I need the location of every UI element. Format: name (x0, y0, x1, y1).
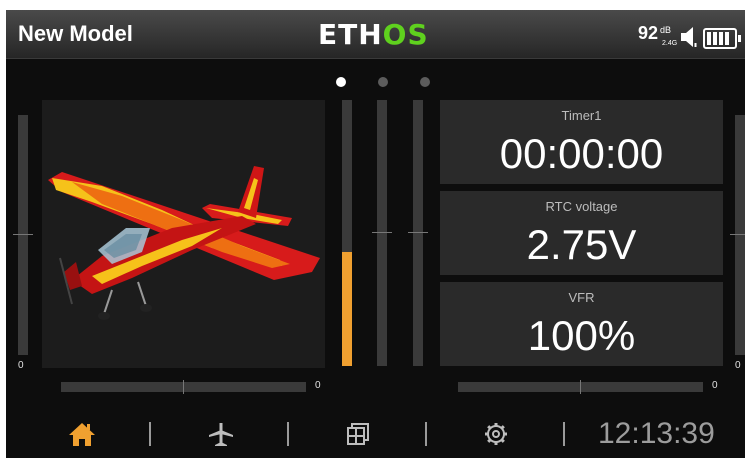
slider-3-center (408, 232, 428, 233)
widget-rtc-voltage-value: 2.75V (526, 221, 637, 268)
right-vertical-trim-center (730, 234, 745, 235)
right-vertical-trim (735, 115, 745, 355)
widget-timer1[interactable]: Timer1 00:00:00 (440, 100, 723, 184)
speaker-icon (681, 27, 697, 47)
bottom-bar: 12:13:39 (6, 410, 745, 458)
clock: 12:13:39 (598, 417, 715, 450)
rssi-band: 2.4G (662, 40, 678, 47)
home-icon[interactable] (68, 420, 96, 448)
model-name[interactable]: New Model (18, 21, 133, 47)
left-vertical-trim-value: 0 (18, 360, 24, 371)
left-vertical-trim (18, 115, 28, 355)
widget-vfr[interactable]: VFR 100% (440, 282, 723, 366)
footer-separator (563, 422, 565, 446)
slider-3 (413, 100, 423, 366)
left-vertical-trim-center (13, 234, 33, 235)
airplane-image (48, 166, 320, 320)
airplane-icon[interactable] (207, 420, 235, 448)
left-horizontal-trim-value: 0 (315, 380, 321, 391)
page-dot-2[interactable] (378, 77, 388, 87)
top-bar: New Model ETHOS 92 dB 2.4G (6, 10, 745, 59)
battery-icon (703, 28, 741, 49)
widget-timer1-value: 00:00:00 (499, 130, 664, 177)
rssi-value: 92 (638, 23, 659, 43)
right-vertical-trim-value: 0 (735, 360, 741, 371)
widget-rtc-voltage-title: RTC voltage (545, 199, 618, 214)
widget-timer1-title: Timer1 (561, 108, 602, 123)
footer-separator (287, 422, 289, 446)
slider-2 (377, 100, 387, 366)
ethos-logo: ETHOS (318, 18, 429, 51)
widget-rtc-voltage[interactable]: RTC voltage 2.75V (440, 191, 723, 275)
widget-vfr-title: VFR (568, 290, 595, 305)
right-horizontal-trim-value: 0 (712, 380, 718, 391)
footer-separator (149, 422, 151, 446)
page-dot-1[interactable] (336, 77, 346, 87)
slider-2-center (372, 232, 392, 233)
throttle-slider-fill (342, 252, 352, 366)
right-horizontal-trim-center (580, 380, 581, 394)
rssi-unit: dB (660, 25, 672, 35)
left-horizontal-trim-center (183, 380, 184, 394)
footer-separator (425, 422, 427, 446)
page-dot-3[interactable] (420, 77, 430, 87)
radio-screen: New Model ETHOS 92 dB 2.4G 0 0 Timer1 00… (6, 10, 745, 458)
settings-icon[interactable] (482, 420, 510, 448)
model-image[interactable] (42, 100, 325, 368)
widget-vfr-value: 100% (527, 312, 636, 359)
displays-icon[interactable] (344, 420, 372, 448)
